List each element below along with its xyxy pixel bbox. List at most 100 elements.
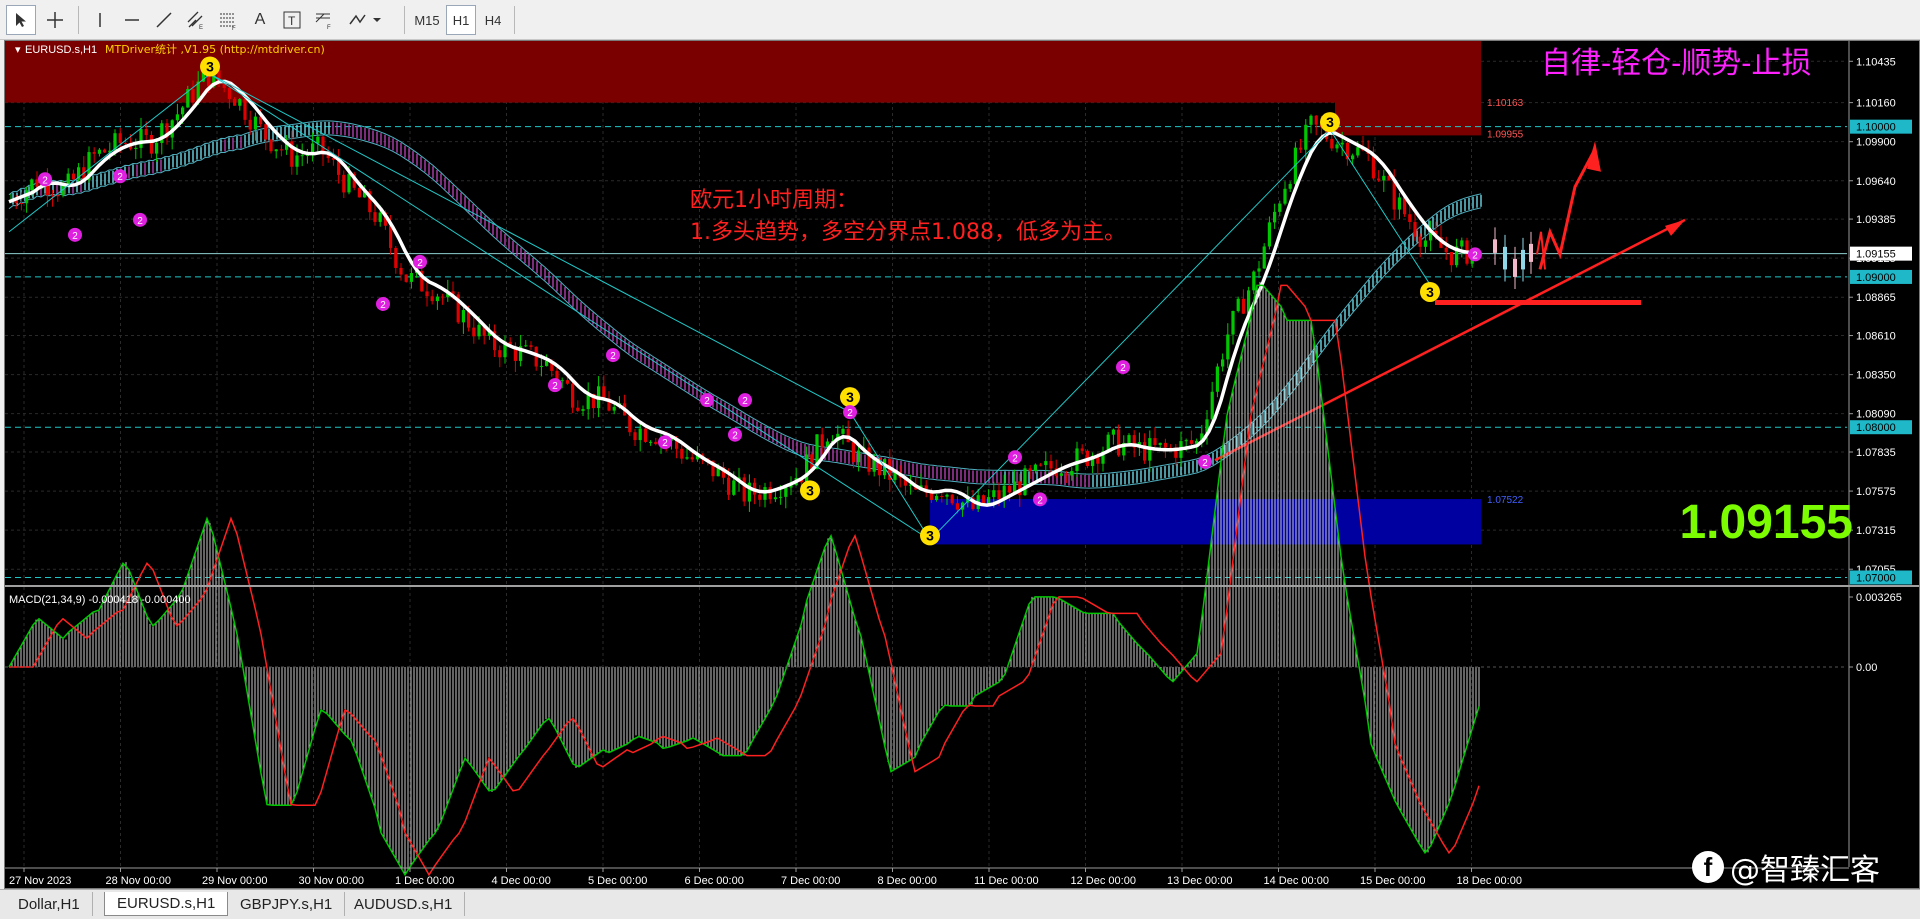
candle-body: [612, 406, 616, 411]
candle-body: [805, 454, 809, 483]
candle-body: [576, 407, 580, 411]
candle-body: [1288, 183, 1292, 189]
vertical-line-tool-button[interactable]: [86, 5, 114, 35]
zigzag-marker-2-label: 2: [552, 381, 558, 392]
price-level-tag-label: 1.10000: [1856, 122, 1896, 134]
chart-window[interactable]: 1.10163 1.09955 1.07522 3 3 3 3 3 3 2 2 2 2 2 2 2 2 2 2 2 2…: [4, 40, 1920, 889]
svg-text:F: F: [232, 26, 236, 30]
price-tick-label: 1.07835: [1856, 447, 1896, 459]
candle-body: [643, 428, 647, 442]
text-label-icon: T: [283, 11, 301, 29]
candles: [9, 60, 1533, 517]
tab-audusd-h1[interactable]: AUDUSD.s,H1: [342, 892, 466, 916]
candle-body: [71, 173, 75, 180]
price-level-tag-label: 1.08000: [1856, 422, 1896, 434]
tab-gbpjpy-h1[interactable]: GBPJPY.s,H1: [228, 892, 346, 916]
zigzag-marker-2-label: 2: [417, 258, 423, 269]
chart-grid: [5, 41, 1847, 867]
timeframe-h4-button[interactable]: H4: [478, 5, 508, 35]
candle-body: [1127, 435, 1131, 443]
timeframe-h1-button[interactable]: H1: [446, 5, 476, 35]
candle-body: [295, 155, 299, 167]
candle-body: [264, 124, 268, 140]
zigzag-marker-3-label: 3: [926, 527, 934, 543]
candle-body: [191, 89, 195, 103]
candle-body: [378, 212, 382, 222]
candle-body: [181, 107, 185, 115]
time-tick-label: 4 Dec 00:00: [492, 875, 551, 887]
zigzag-marker-3-label: 3: [1426, 284, 1434, 300]
text-tool-button[interactable]: A: [246, 5, 274, 35]
candle-body: [1449, 252, 1453, 266]
candle-body: [1049, 461, 1053, 469]
price-tick-label: 1.09385: [1856, 214, 1896, 226]
candle-body: [997, 490, 1001, 500]
horizontal-line-tool-button[interactable]: [118, 5, 146, 35]
candle-body: [1252, 271, 1256, 291]
tab-eurusd-h1[interactable]: EURUSD.s,H1: [104, 892, 229, 916]
candle-body: [857, 450, 861, 463]
price-tick-label: 1.07575: [1856, 486, 1896, 498]
candle-body: [461, 310, 465, 323]
text-label-tool-button[interactable]: T: [278, 5, 306, 35]
candle-body: [1351, 155, 1355, 160]
candle-body: [19, 202, 23, 204]
candle-body: [1423, 240, 1427, 247]
trendline-tool-button[interactable]: [150, 5, 178, 35]
candle-body: [779, 496, 783, 498]
candle-body: [1335, 144, 1339, 149]
analysis-line-1: 欧元1小时周期：: [690, 188, 858, 213]
candle-body: [1299, 147, 1303, 150]
price-chart[interactable]: 1.10163 1.09955 1.07522 3 3 3 3 3 3 2 2 2 2 2 2 2 2 2 2 2 2…: [5, 41, 1919, 888]
candle-body: [1283, 188, 1287, 204]
price-tick-label: 1.10435: [1856, 56, 1896, 68]
candle-body: [773, 497, 777, 500]
candle-body: [1444, 247, 1448, 253]
fibo-fan-tool-button[interactable]: F: [310, 5, 338, 35]
candle-body: [1163, 442, 1167, 448]
candle-body: [945, 494, 949, 497]
macd-tick-label: 0.003265: [1856, 592, 1902, 604]
candle-body: [1028, 468, 1032, 471]
candle-body: [430, 296, 434, 302]
candle-body: [269, 139, 273, 152]
candle-body: [929, 492, 933, 500]
time-tick-label: 15 Dec 00:00: [1360, 875, 1425, 887]
candle-body: [1210, 391, 1214, 420]
price-tick-label: 1.08350: [1856, 370, 1896, 382]
price-tick-label: 1.07315: [1856, 525, 1896, 537]
equidistant-channel-tool-button[interactable]: E: [182, 5, 210, 35]
timeframe-m15-button[interactable]: M15: [410, 5, 444, 35]
indicator-label: MTDriver统计 ,V1.95 (http://mtdriver.cn): [105, 43, 325, 56]
candle-body: [638, 428, 642, 441]
fibonacci-tool-button[interactable]: F: [214, 5, 242, 35]
candle-body: [123, 142, 127, 144]
candle-body: [524, 345, 528, 347]
svg-text:T: T: [288, 14, 296, 28]
candle-body: [394, 247, 398, 268]
candle-body: [685, 457, 689, 459]
candle-body: [404, 274, 408, 282]
candle-body: [1236, 298, 1240, 311]
cursor-tool-button[interactable]: [6, 5, 36, 35]
uptrend-arrowhead: [1665, 219, 1685, 236]
candle-body: [472, 327, 476, 337]
shapes-dropdown-button[interactable]: [344, 5, 390, 35]
zigzag-marker-2-label: 2: [732, 431, 738, 442]
macd-panel: [5, 281, 1847, 877]
candle-body: [1521, 249, 1525, 270]
candle-body: [565, 380, 569, 384]
candle-body: [342, 174, 346, 193]
candle-body: [758, 494, 762, 500]
candle-body: [1044, 461, 1048, 466]
candle-body: [316, 136, 320, 144]
candle-body: [1111, 429, 1115, 435]
crosshair-tool-button[interactable]: [40, 5, 70, 35]
candle-body: [155, 142, 159, 154]
time-tick-label: 11 Dec 00:00: [974, 875, 1039, 887]
tab-dollar-h1[interactable]: Dollar,H1: [6, 892, 93, 916]
candle-body: [680, 448, 684, 459]
candle-body: [1418, 236, 1422, 247]
candle-body: [227, 87, 231, 100]
analysis-line-2: 1.多头趋势，多空分界点1.088，低多为主。: [690, 220, 1126, 245]
